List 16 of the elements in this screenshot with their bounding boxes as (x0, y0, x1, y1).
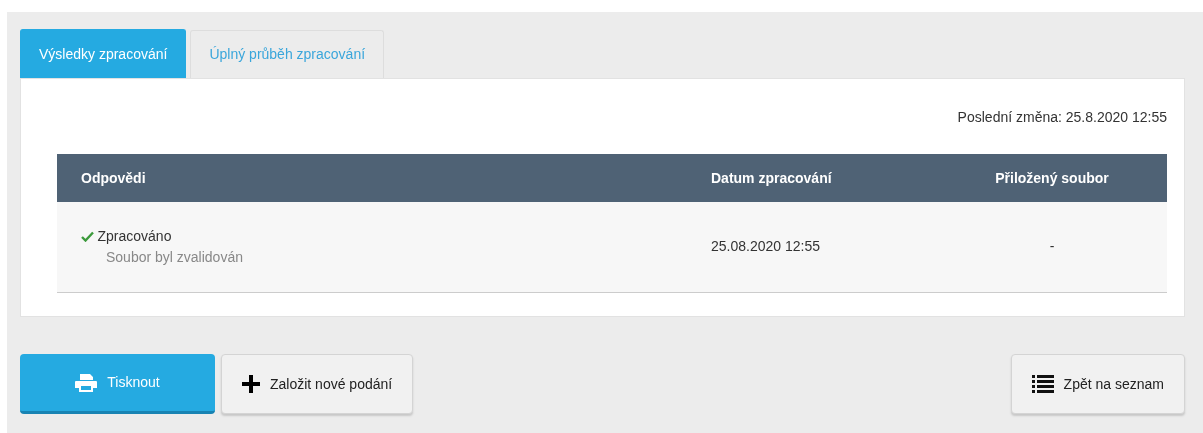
status-text: Zpracováno (97, 226, 172, 246)
tab[interactable]: Úplný průběh zpracování (190, 30, 385, 78)
print-icon (75, 373, 98, 392)
table-cell: 25.08.2020 12:55 (711, 238, 820, 255)
new-submission-button[interactable]: Založit nové podání (221, 354, 414, 414)
table-cell: - (1049, 238, 1055, 255)
status-detail: Soubor byl zvalidován (106, 248, 243, 265)
list-icon (1031, 375, 1054, 393)
back-to-list-button[interactable]: Zpět na seznam (1010, 354, 1185, 414)
column-header: Přiložený soubor (995, 169, 1109, 186)
print-button[interactable]: Tisknout (20, 354, 215, 414)
column-header: Datum zpracování (711, 169, 832, 186)
plus-icon (242, 375, 260, 393)
column-header: Odpovědi (81, 169, 146, 186)
tab[interactable]: Výsledky zpracování (20, 29, 187, 78)
last-change-text: Poslední změna: 25.8.2020 12:55 (956, 108, 1167, 127)
